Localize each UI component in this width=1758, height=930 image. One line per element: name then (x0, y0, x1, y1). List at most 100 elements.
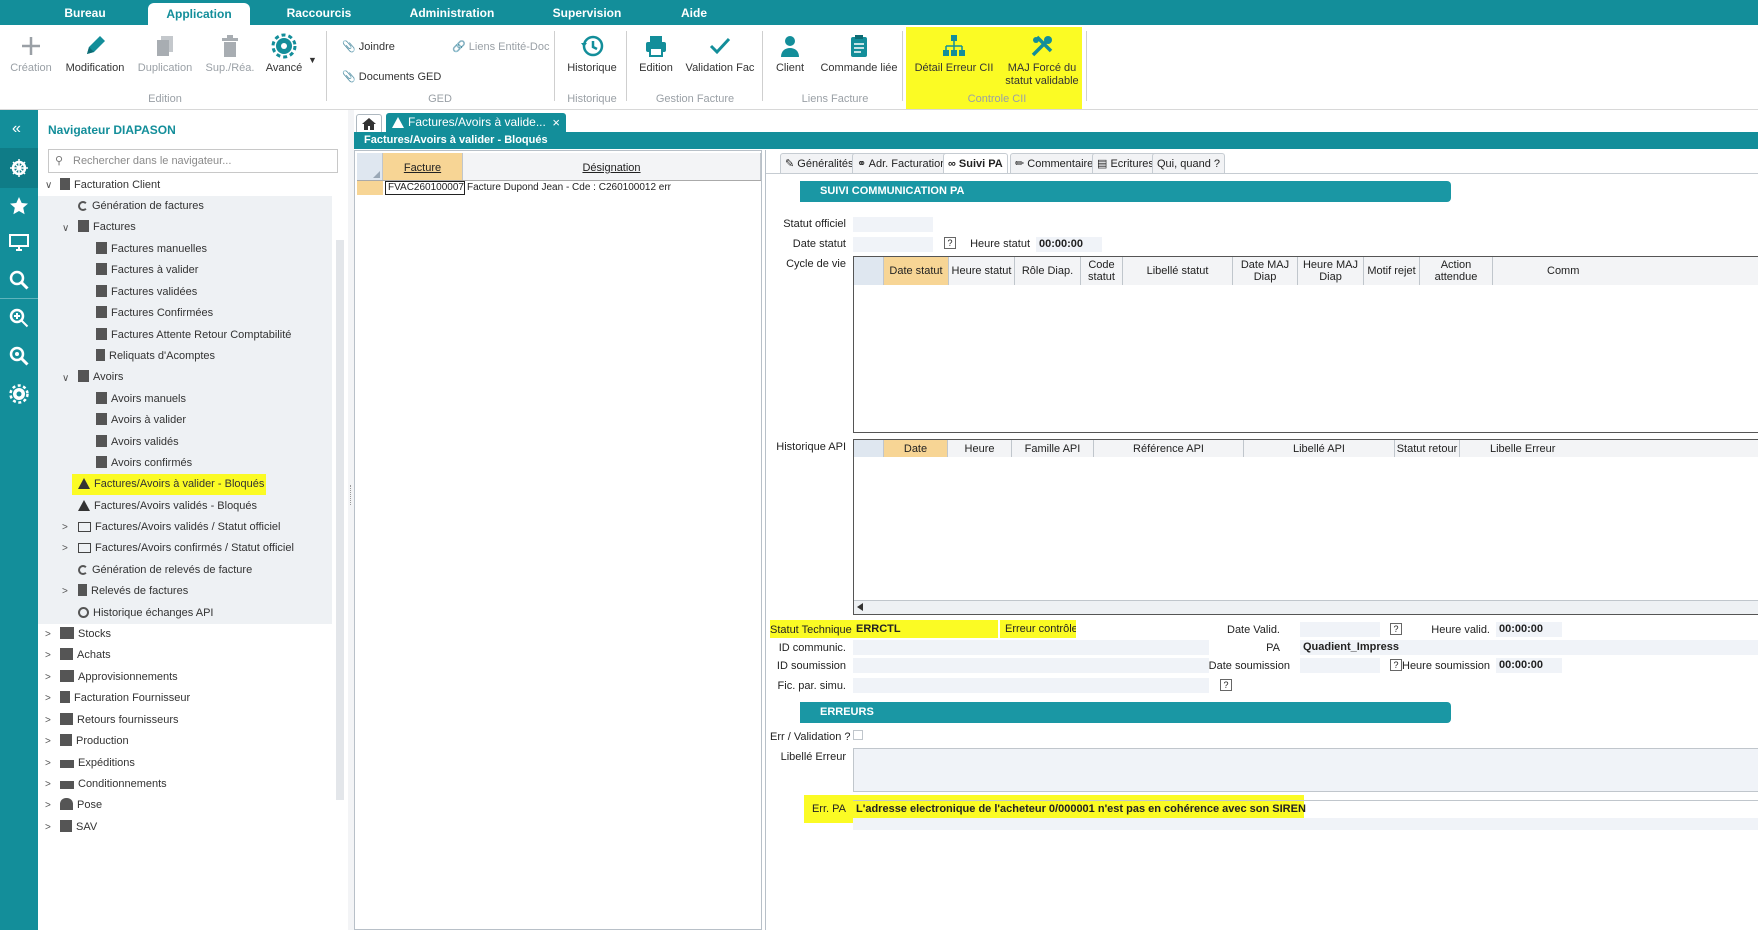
column-header-date[interactable]: Date (884, 440, 948, 457)
search-settings-icon[interactable] (9, 346, 29, 366)
tree-item-factures-manuelles[interactable]: Factures manuelles (96, 239, 207, 259)
column-header-role-diap[interactable]: Rôle Diap. (1015, 257, 1081, 285)
cell-designation[interactable]: Facture Dupond Jean - Cde : C260100012 e… (467, 181, 761, 195)
star-icon[interactable] (9, 196, 29, 216)
checkbox-err-validation[interactable] (853, 730, 863, 740)
zoom-in-icon[interactable] (9, 308, 29, 328)
chevron-down-icon[interactable]: ∨ (62, 223, 69, 234)
field-id-communic[interactable] (853, 640, 1209, 655)
tree-item-facturation-fournisseur[interactable]: Facturation Fournisseur (60, 688, 190, 708)
tab-generalites[interactable]: ✎ Généralités (780, 153, 859, 173)
chevron-right-icon[interactable]: > (45, 822, 51, 833)
documents-ged-button[interactable]: 📎 Documents GED (342, 70, 441, 83)
menu-tab-application[interactable]: Application (148, 3, 250, 25)
column-header-famille-api[interactable]: Famille API (1012, 440, 1094, 457)
tree-item-factures[interactable]: Factures (78, 217, 136, 237)
maj-force-button[interactable]: MAJ Forcé du statut validable (1000, 33, 1084, 88)
menu-tab-aide[interactable]: Aide (672, 0, 716, 25)
table-row[interactable]: FVAC260100007 Facture Dupond Jean - Cde … (357, 181, 761, 195)
menu-tab-supervision[interactable]: Supervision (546, 0, 628, 25)
cell-facture[interactable]: FVAC260100007 (385, 181, 465, 195)
tree-item-reliquats-acomptes[interactable]: Reliquats d'Acomptes (96, 346, 215, 366)
chevron-right-icon[interactable]: > (62, 586, 68, 597)
column-header-date-statut[interactable]: Date statut (884, 257, 949, 285)
tree-item-factures-confirmees[interactable]: Factures Confirmées (96, 303, 213, 323)
navigator-search-input[interactable]: ⚲ Rechercher dans le navigateur... (48, 149, 338, 173)
tree-item-confirmes-statut-officiel[interactable]: Factures/Avoirs confirmés / Statut offic… (78, 538, 294, 558)
tree-item-approvisionnements[interactable]: Approvisionnements (60, 667, 178, 687)
column-header-statut-retour[interactable]: Statut retour (1395, 440, 1460, 457)
field-libelle-erreur[interactable] (853, 748, 1758, 792)
grid-corner[interactable] (854, 440, 884, 457)
tree-item-factures-validees[interactable]: Factures validées (96, 282, 197, 302)
tab-qui-quand[interactable]: Qui, quand ? (1152, 153, 1225, 173)
chevron-down-icon[interactable]: ∨ (62, 373, 69, 384)
column-header-reference-api[interactable]: Référence API (1094, 440, 1244, 457)
monitor-icon[interactable] (9, 232, 29, 252)
column-header-action-attendue[interactable]: Action attendue (1420, 257, 1493, 285)
detail-erreur-cii-button[interactable]: Détail Erreur CII (912, 33, 996, 74)
chevron-right-icon[interactable]: > (45, 650, 51, 661)
settings-icon[interactable] (9, 384, 29, 404)
column-header-date-maj-diap[interactable]: Date MAJ Diap (1233, 257, 1298, 285)
date-statut-help-button[interactable]: ? (944, 237, 956, 249)
tree-item-avoirs-manuels[interactable]: Avoirs manuels (96, 389, 186, 409)
chevron-right-icon[interactable]: > (45, 715, 51, 726)
modification-button[interactable]: Modification (62, 33, 128, 74)
tree-item-generation-factures[interactable]: Génération de factures (78, 196, 204, 216)
search-icon[interactable] (9, 270, 29, 290)
tree-item-conditionnements[interactable]: Conditionnements (60, 774, 167, 794)
scroll-left-icon[interactable] (857, 603, 863, 611)
chevron-right-icon[interactable]: > (45, 736, 51, 747)
tree-item-valides-statut-officiel[interactable]: Factures/Avoirs validés / Statut officie… (78, 517, 280, 537)
tree-item-facturation-client[interactable]: Facturation Client (60, 175, 160, 195)
chevron-right-icon[interactable]: > (45, 672, 51, 683)
fic-simu-help-button[interactable]: ? (1220, 679, 1232, 691)
duplication-button[interactable]: Duplication (136, 33, 194, 74)
tab-suivi-pa[interactable]: ∞ Suivi PA (943, 153, 1008, 173)
field-err-pa[interactable]: L'adresse electronique de l'acheteur 0/0… (853, 800, 1758, 818)
tree-item-sav[interactable]: SAV (60, 817, 97, 837)
field-heure-statut[interactable]: 00:00:00 (1036, 237, 1102, 252)
chevron-right-icon[interactable]: > (62, 522, 68, 533)
column-header-libelle-api[interactable]: Libellé API (1244, 440, 1395, 457)
chevron-right-icon[interactable]: > (45, 779, 51, 790)
edition-button[interactable]: Edition (634, 33, 678, 74)
tree-item-pose[interactable]: Pose (60, 795, 102, 815)
field-pa[interactable]: Quadient_Impress (1300, 640, 1758, 655)
column-header-designation[interactable]: Désignation (463, 153, 761, 180)
tab-ecritures[interactable]: ▤ Ecritures (1092, 153, 1159, 173)
tree-item-factures-avoirs-a-valider-bloques[interactable]: Factures/Avoirs à valider - Bloqués (78, 474, 264, 494)
column-header-libelle-statut[interactable]: Libellé statut (1123, 257, 1233, 285)
field-id-soumission[interactable] (853, 658, 1209, 673)
tab-adr-facturation[interactable]: ⚭ Adr. Facturation (852, 153, 952, 173)
chevron-down-icon[interactable]: ∨ (45, 180, 52, 191)
column-header-code-statut[interactable]: Code statut (1081, 257, 1123, 285)
column-header-comm[interactable]: Comm (1493, 257, 1758, 285)
tree-item-stocks[interactable]: Stocks (60, 624, 111, 644)
tree-item-releves-factures[interactable]: Relevés de factures (78, 581, 188, 601)
client-button[interactable]: Client (770, 33, 810, 74)
field-statut-technique-texte[interactable]: Erreur contrôle (1002, 622, 1076, 637)
field-date-soumission[interactable] (1300, 658, 1380, 673)
field-statut-technique-code[interactable]: ERRCTL (853, 622, 999, 637)
field-statut-officiel[interactable] (853, 217, 933, 232)
tree-item-production[interactable]: Production (60, 731, 129, 751)
creation-button[interactable]: Création (6, 33, 56, 74)
grid-corner[interactable] (854, 257, 884, 285)
liens-entite-doc-button[interactable]: 🔗 Liens Entité-Doc (452, 40, 549, 53)
tree-item-expeditions[interactable]: Expéditions (60, 753, 135, 773)
field-heure-soumission[interactable]: 00:00:00 (1496, 658, 1562, 673)
tree-item-factures-attente-retour[interactable]: Factures Attente Retour Comptabilité (96, 325, 291, 345)
column-header-libelle-erreur[interactable]: Libelle Erreur (1460, 440, 1758, 457)
tree-item-factures-avoirs-valides-bloques[interactable]: Factures/Avoirs validés - Bloqués (78, 496, 257, 516)
grid-corner[interactable] (357, 153, 383, 180)
tree-item-retours-fournisseurs[interactable]: Retours fournisseurs (60, 710, 179, 730)
tree-item-achats[interactable]: Achats (60, 645, 111, 665)
tree-item-avoirs[interactable]: Avoirs (78, 367, 123, 387)
row-indicator[interactable] (357, 181, 383, 195)
navigator-scrollbar[interactable] (336, 240, 344, 800)
commande-liee-button[interactable]: Commande liée (818, 33, 900, 74)
chevron-right-icon[interactable]: > (62, 543, 68, 554)
menu-tab-bureau[interactable]: Bureau (48, 0, 122, 25)
